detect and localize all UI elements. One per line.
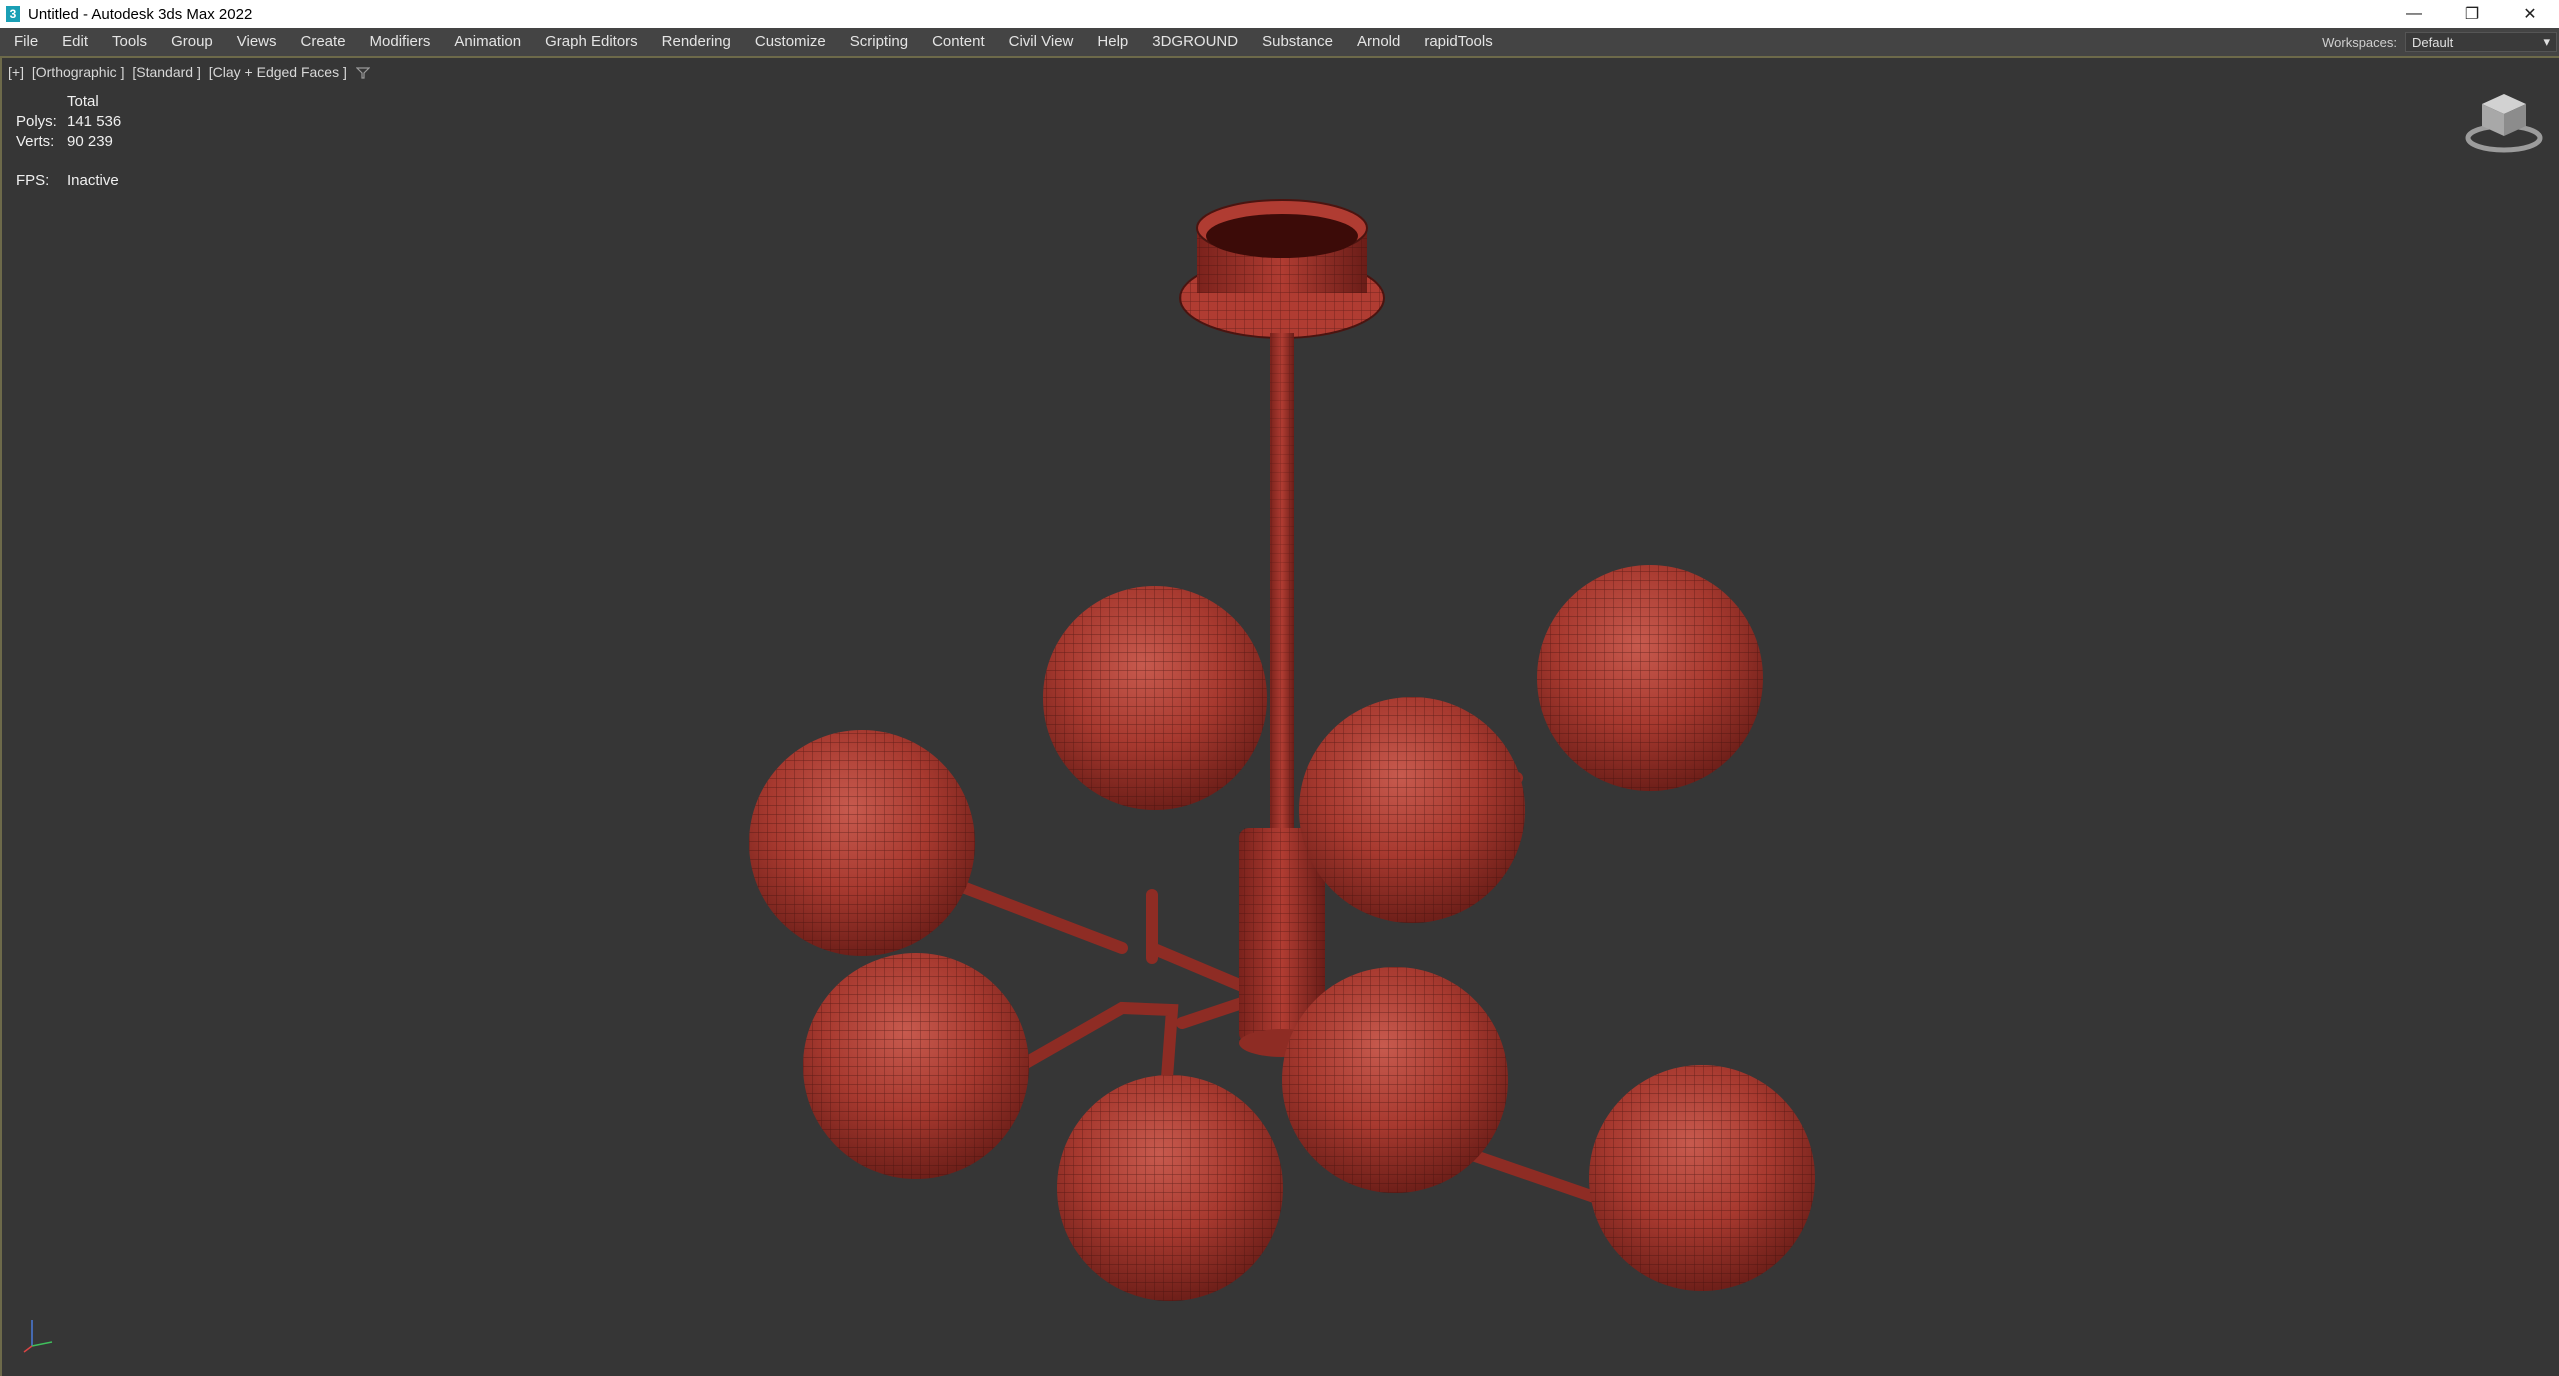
sphere-center-front [1299,697,1525,923]
ceiling-canopy [1179,199,1385,339]
minimize-button[interactable]: — [2385,0,2443,28]
sphere-top-left [1043,586,1267,810]
menu-civil-view[interactable]: Civil View [997,28,1086,56]
viewcube-icon[interactable] [2462,88,2546,156]
sphere-top-right [1537,565,1763,791]
sphere-upper-left [749,730,975,956]
workspace-label: Workspaces: [2322,34,2397,50]
menu-group[interactable]: Group [159,28,225,56]
menu-modifiers[interactable]: Modifiers [358,28,443,56]
chandelier-model[interactable] [2,58,2557,1376]
menu-rapidtools[interactable]: rapidTools [1412,28,1504,56]
sphere-lower-left [803,953,1029,1179]
menu-animation[interactable]: Animation [442,28,533,56]
workspace-dropdown[interactable]: Default ▾ [2405,32,2557,52]
menu-tools[interactable]: Tools [100,28,159,56]
menu-substance[interactable]: Substance [1250,28,1345,56]
menu-3dground[interactable]: 3DGROUND [1140,28,1250,56]
menu-edit[interactable]: Edit [50,28,100,56]
menu-customize[interactable]: Customize [743,28,838,56]
menu-views[interactable]: Views [225,28,289,56]
menu-graph-editors[interactable]: Graph Editors [533,28,650,56]
menu-arnold[interactable]: Arnold [1345,28,1412,56]
axis-tripod-icon [23,1320,53,1353]
workspace-selector: Workspaces: Default ▾ [2322,28,2559,56]
3dsmax-app-icon[interactable]: 3 [6,6,20,22]
title-bar: 3 Untitled - Autodesk 3ds Max 2022 — ❐ ✕ [0,0,2559,28]
menu-file[interactable]: File [0,28,50,56]
chevron-down-icon: ▾ [2543,34,2550,49]
sphere-lower-middle [1282,967,1508,1193]
perspective-viewport[interactable]: [+] [Orthographic ] [Standard ] [Clay + … [0,58,2559,1376]
menu-content[interactable]: Content [920,28,997,56]
menu-scripting[interactable]: Scripting [838,28,920,56]
sphere-bottom-center [1057,1075,1283,1301]
window-title: Untitled - Autodesk 3ds Max 2022 [28,5,253,23]
sphere-bottom-right [1589,1065,1815,1291]
close-button[interactable]: ✕ [2501,0,2559,28]
menu-create[interactable]: Create [289,28,358,56]
restore-button[interactable]: ❐ [2443,0,2501,28]
menu-help[interactable]: Help [1085,28,1140,56]
menu-bar: File Edit Tools Group Views Create Modif… [0,28,2559,58]
workspace-value: Default [2412,34,2454,50]
menu-rendering[interactable]: Rendering [650,28,743,56]
